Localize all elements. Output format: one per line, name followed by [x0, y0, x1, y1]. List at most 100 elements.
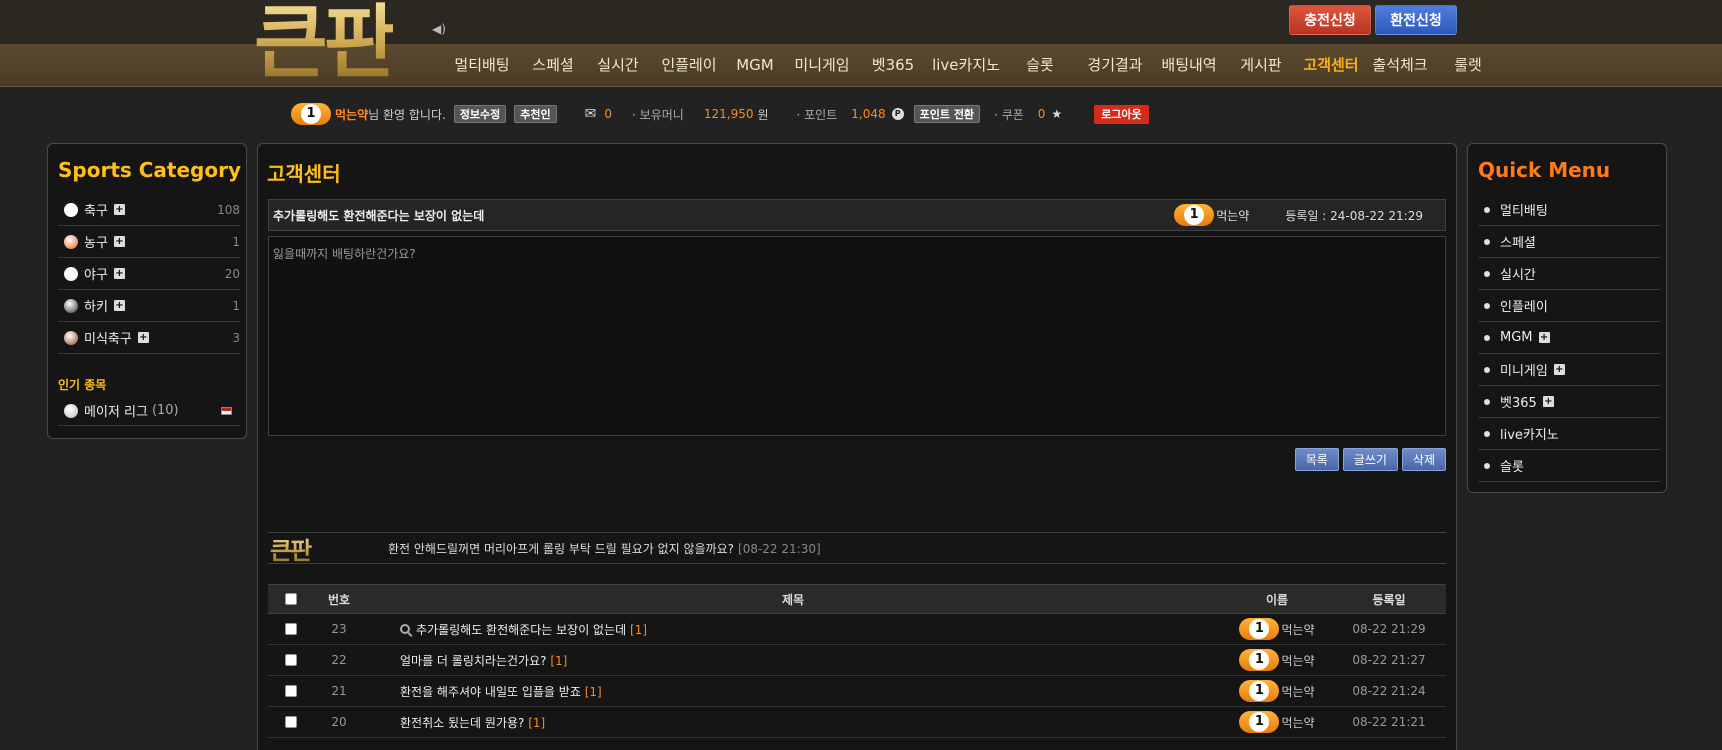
delete-button[interactable]: 삭제	[1401, 448, 1446, 471]
quick-menu-label: 스페셜	[1500, 236, 1536, 251]
table-row[interactable]: 22 얼마를 더 롤링치라는건가요? [1] 1 먹는약 08-22 21:27	[268, 645, 1446, 676]
quick-menu-item[interactable]: 스페셜	[1478, 226, 1660, 258]
quick-menu-item[interactable]: 미니게임 +	[1478, 354, 1660, 386]
bullet-icon	[1484, 206, 1490, 213]
exchange-request-button[interactable]: 환전신청	[1375, 5, 1457, 35]
expand-plus-icon[interactable]: +	[113, 300, 125, 311]
quick-menu-item[interactable]: 벳365 +	[1478, 386, 1660, 418]
message-count: 0	[604, 107, 613, 121]
expand-plus-icon[interactable]: +	[1542, 396, 1554, 407]
row-title[interactable]: 환전취소 됬는데 뭔가용?	[400, 716, 524, 730]
nav-item[interactable]: 멀티배팅	[452, 44, 512, 87]
reply-time: [08-22 21:30]	[738, 541, 821, 556]
main-nav: 멀티배팅 스페셜 실시간 인플레이 MGM 미니게임 벳365 live카지노 슬롯 경기결과 배팅…	[452, 44, 1494, 87]
sports-category-item[interactable]: 미식축구 +3	[58, 322, 240, 354]
row-author: 1 먹는약	[1222, 711, 1332, 733]
row-checkbox[interactable]	[285, 654, 297, 666]
header-no: 번호	[327, 592, 351, 607]
row-checkbox[interactable]	[285, 716, 297, 728]
nav-item[interactable]: 고객센터	[1299, 44, 1363, 87]
quick-menu-item[interactable]: 인플레이	[1478, 290, 1660, 322]
site-logo[interactable]: 큰판	[254, 0, 397, 88]
expand-plus-icon[interactable]: +	[137, 332, 149, 343]
row-title-cell[interactable]: 추가롤링해도 환전해준다는 보장이 없는데 [1]	[364, 621, 1222, 638]
nav-item[interactable]: 미니게임	[789, 44, 855, 87]
post-body: 잃을때까지 배팅하란건가요?	[268, 236, 1446, 436]
nav-item[interactable]: 벳365	[869, 44, 917, 87]
row-title-cell[interactable]: 환전을 해주셔야 내일또 입플을 받죠 [1]	[364, 683, 1222, 700]
bullet-icon	[1484, 430, 1490, 437]
quick-menu-item[interactable]: 멀티배팅	[1478, 194, 1660, 226]
nav-item[interactable]: 스페셜	[528, 44, 578, 87]
row-checkbox[interactable]	[285, 685, 297, 697]
sports-category-item[interactable]: 야구 +20	[58, 258, 240, 290]
point-convert-button[interactable]: 포인트 전환	[913, 105, 981, 123]
row-title-cell[interactable]: 환전취소 됬는데 뭔가용? [1]	[364, 714, 1222, 731]
row-level-badge: 1	[1239, 618, 1280, 640]
us-flag-icon	[221, 406, 232, 415]
mail-icon[interactable]: ✉	[585, 106, 597, 122]
comment-count: [1]	[584, 684, 602, 699]
referral-button[interactable]: 추천인	[514, 105, 557, 123]
sports-category-item[interactable]: 축구 +108	[58, 194, 240, 226]
table-row[interactable]: 21 환전을 해주셔야 내일또 입플을 받죠 [1] 1 먹는약 08-22 21:24	[268, 676, 1446, 707]
nav-item[interactable]: 출석체크	[1368, 44, 1432, 87]
nav-item[interactable]: 슬롯	[1021, 44, 1059, 87]
quick-menu-item[interactable]: 슬롯	[1478, 450, 1660, 482]
expand-plus-icon[interactable]: +	[1538, 332, 1550, 343]
row-level-number: 1	[1249, 619, 1270, 639]
sports-category-name: 축구	[84, 204, 108, 219]
nav-item[interactable]: MGM	[735, 44, 775, 87]
author-level-badge: 1	[1174, 204, 1215, 226]
list-button[interactable]: 목록	[1294, 448, 1339, 471]
nav-item[interactable]: 실시간	[594, 44, 642, 87]
coupon-count: 0	[1037, 107, 1046, 121]
row-author-name: 먹는약	[1281, 715, 1315, 730]
row-title[interactable]: 환전을 해주셔야 내일또 입플을 받죠	[400, 685, 581, 699]
table-row[interactable]: 20 환전취소 됬는데 뭔가용? [1] 1 먹는약 08-22 21:21	[268, 707, 1446, 738]
row-title-cell[interactable]: 얼마를 더 롤링치라는건가요? [1]	[364, 652, 1222, 669]
sports-category-count: 108	[217, 202, 240, 217]
nav-item[interactable]: 룰렛	[1442, 44, 1494, 87]
logout-button[interactable]: 로그아웃	[1094, 104, 1149, 124]
money-unit: 원	[757, 107, 769, 122]
edit-profile-button[interactable]: 정보수정	[453, 105, 507, 123]
row-date: 08-22 21:29	[1352, 622, 1426, 636]
expand-plus-icon[interactable]: +	[1553, 364, 1565, 375]
sport-ball-icon	[64, 298, 78, 313]
popular-item[interactable]: 메이저 리그 (10)	[58, 396, 240, 426]
row-title[interactable]: 추가롤링해도 환전해준다는 보장이 없는데	[416, 623, 626, 637]
table-row[interactable]: 23 추가롤링해도 환전해준다는 보장이 없는데 [1] 1 먹는약 08-22 21:…	[268, 614, 1446, 645]
quick-menu-item[interactable]: 실시간	[1478, 258, 1660, 290]
bullet-icon	[1484, 366, 1490, 373]
nav-item[interactable]: 인플레이	[655, 44, 723, 87]
nav-item[interactable]: 배팅내역	[1159, 44, 1219, 87]
reply-message: 환전 안해드릴꺼면 머리아프게 롤링 부탁 드릴 필요가 없지 않을까요?	[388, 541, 735, 556]
sports-category-name: 야구	[84, 268, 108, 283]
speaker-icon[interactable]: ◀)	[432, 22, 446, 36]
sports-category-item[interactable]: 농구 +1	[58, 226, 240, 258]
welcome-text: 님 환영 합니다.	[368, 107, 446, 122]
row-level-number: 1	[1249, 712, 1270, 732]
post-actions: 목록 글쓰기 삭제	[1294, 448, 1446, 471]
write-button[interactable]: 글쓰기	[1342, 448, 1398, 471]
nav-item[interactable]: live카지노	[929, 44, 1003, 87]
nav-item[interactable]: 게시판	[1236, 44, 1286, 87]
quick-menu-item[interactable]: MGM +	[1478, 322, 1660, 354]
sports-category-item[interactable]: 하키 +1	[58, 290, 240, 322]
expand-plus-icon[interactable]: +	[113, 236, 125, 247]
sports-category-count: 3	[232, 330, 240, 345]
nav-item[interactable]: 경기결과	[1082, 44, 1148, 87]
charge-request-button[interactable]: 충전신청	[1289, 5, 1371, 35]
table-header: 번호 제목 이름 등록일	[268, 584, 1446, 614]
row-checkbox[interactable]	[285, 623, 297, 635]
expand-plus-icon[interactable]: +	[113, 268, 125, 279]
quick-menu-item[interactable]: live카지노	[1478, 418, 1660, 450]
expand-plus-icon[interactable]: +	[113, 204, 125, 215]
page-title: 고객센터	[267, 162, 341, 186]
row-title[interactable]: 얼마를 더 롤링치라는건가요?	[400, 654, 546, 668]
select-all-checkbox[interactable]	[285, 593, 297, 605]
popular-item-count: (10)	[151, 403, 179, 418]
reply-logo: 큰판	[268, 531, 368, 566]
quick-menu-label: 미니게임	[1500, 364, 1548, 379]
